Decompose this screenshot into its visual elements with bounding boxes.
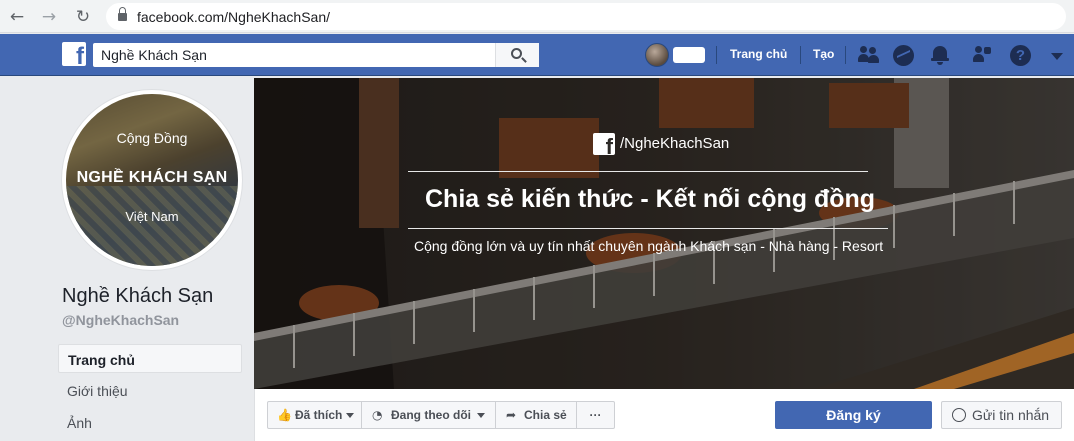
profile-text-top: Cộng Đồng bbox=[116, 130, 188, 146]
chevron-down-icon bbox=[346, 413, 354, 418]
page-action-bar: 👍 Đã thích ◔ Đang theo dõi ➦ Chia sẻ ···… bbox=[254, 389, 1074, 441]
cover-photo[interactable]: f /NgheKhachSan Chia sẻ kiến thức - Kết … bbox=[254, 78, 1074, 389]
address-bar[interactable]: facebook.com/NgheKhachSan/ bbox=[106, 3, 1066, 30]
notifications-icon[interactable] bbox=[930, 44, 950, 66]
page-handle[interactable]: @NgheKhachSan bbox=[62, 312, 179, 328]
nav-create-link[interactable]: Tạo bbox=[813, 47, 834, 61]
share-button[interactable]: ➦ Chia sẻ bbox=[496, 401, 577, 429]
send-message-button[interactable]: Gửi tin nhắn bbox=[941, 401, 1062, 429]
user-name-redacted[interactable] bbox=[673, 47, 705, 63]
profile-text-bottom: Việt Nam bbox=[125, 209, 179, 224]
url-text[interactable]: facebook.com/NgheKhachSan/ bbox=[137, 9, 330, 25]
sidebar-item-photos[interactable]: Ảnh bbox=[58, 408, 242, 437]
browser-toolbar: ← → ↻ facebook.com/NgheKhachSan/ bbox=[0, 0, 1074, 33]
cover-subtitle: Cộng đồng lớn và uy tín nhất chuyên ngàn… bbox=[414, 238, 884, 254]
profile-text-main: NGHỀ KHÁCH SẠN bbox=[76, 169, 228, 186]
user-avatar[interactable] bbox=[645, 43, 669, 67]
cover-handle-text: /NgheKhachSan bbox=[620, 135, 730, 152]
thumbs-up-icon: 👍 bbox=[277, 408, 292, 422]
following-button[interactable]: ◔ Đang theo dõi bbox=[362, 401, 496, 429]
forward-arrow-icon[interactable]: → bbox=[38, 6, 60, 28]
rss-icon: ◔ bbox=[372, 408, 383, 422]
sidebar-item-about[interactable]: Giới thiệu bbox=[58, 376, 242, 405]
facebook-logo-icon[interactable]: f bbox=[62, 42, 86, 66]
cover-background-image bbox=[254, 78, 1074, 389]
facebook-header: f Nghề Khách Sạn Trang chủ Tạo ? bbox=[0, 34, 1074, 76]
cover-title: Chia sẻ kiến thức - Kết nối cộng đồng bbox=[425, 185, 876, 213]
divider bbox=[845, 46, 846, 64]
more-icon: ··· bbox=[589, 408, 602, 422]
reload-icon[interactable]: ↻ bbox=[72, 6, 94, 28]
page-title[interactable]: Nghề Khách Sạn bbox=[62, 285, 213, 308]
share-arrow-icon: ➦ bbox=[506, 408, 517, 422]
back-arrow-icon[interactable]: ← bbox=[6, 6, 28, 28]
search-bar[interactable]: Nghề Khách Sạn bbox=[93, 43, 539, 67]
facebook-logo-icon: f bbox=[593, 133, 615, 155]
nav-home-link[interactable]: Trang chủ bbox=[730, 47, 787, 61]
help-icon[interactable]: ? bbox=[1010, 45, 1031, 66]
account-menu-icon[interactable] bbox=[1051, 53, 1063, 60]
search-icon bbox=[511, 48, 522, 59]
divider bbox=[800, 46, 801, 64]
friends-icon[interactable] bbox=[858, 46, 880, 64]
chevron-down-icon bbox=[477, 413, 485, 418]
signup-button[interactable]: Đăng ký bbox=[775, 401, 932, 429]
cover-divider-top bbox=[408, 171, 868, 172]
divider bbox=[716, 46, 717, 64]
messenger-icon[interactable] bbox=[893, 45, 914, 66]
lock-icon bbox=[118, 7, 127, 22]
page-profile-picture[interactable]: Cộng Đồng NGHỀ KHÁCH SẠN Việt Nam bbox=[62, 90, 242, 270]
sidebar-item-home[interactable]: Trang chủ bbox=[58, 344, 242, 373]
search-button[interactable] bbox=[495, 43, 539, 67]
search-input[interactable]: Nghề Khách Sạn bbox=[101, 47, 207, 63]
liked-button[interactable]: 👍 Đã thích bbox=[267, 401, 362, 429]
quick-help-icon[interactable] bbox=[973, 46, 993, 64]
more-options-button[interactable]: ··· bbox=[577, 401, 615, 429]
cover-divider-bottom bbox=[408, 228, 888, 229]
messenger-icon bbox=[952, 408, 966, 422]
